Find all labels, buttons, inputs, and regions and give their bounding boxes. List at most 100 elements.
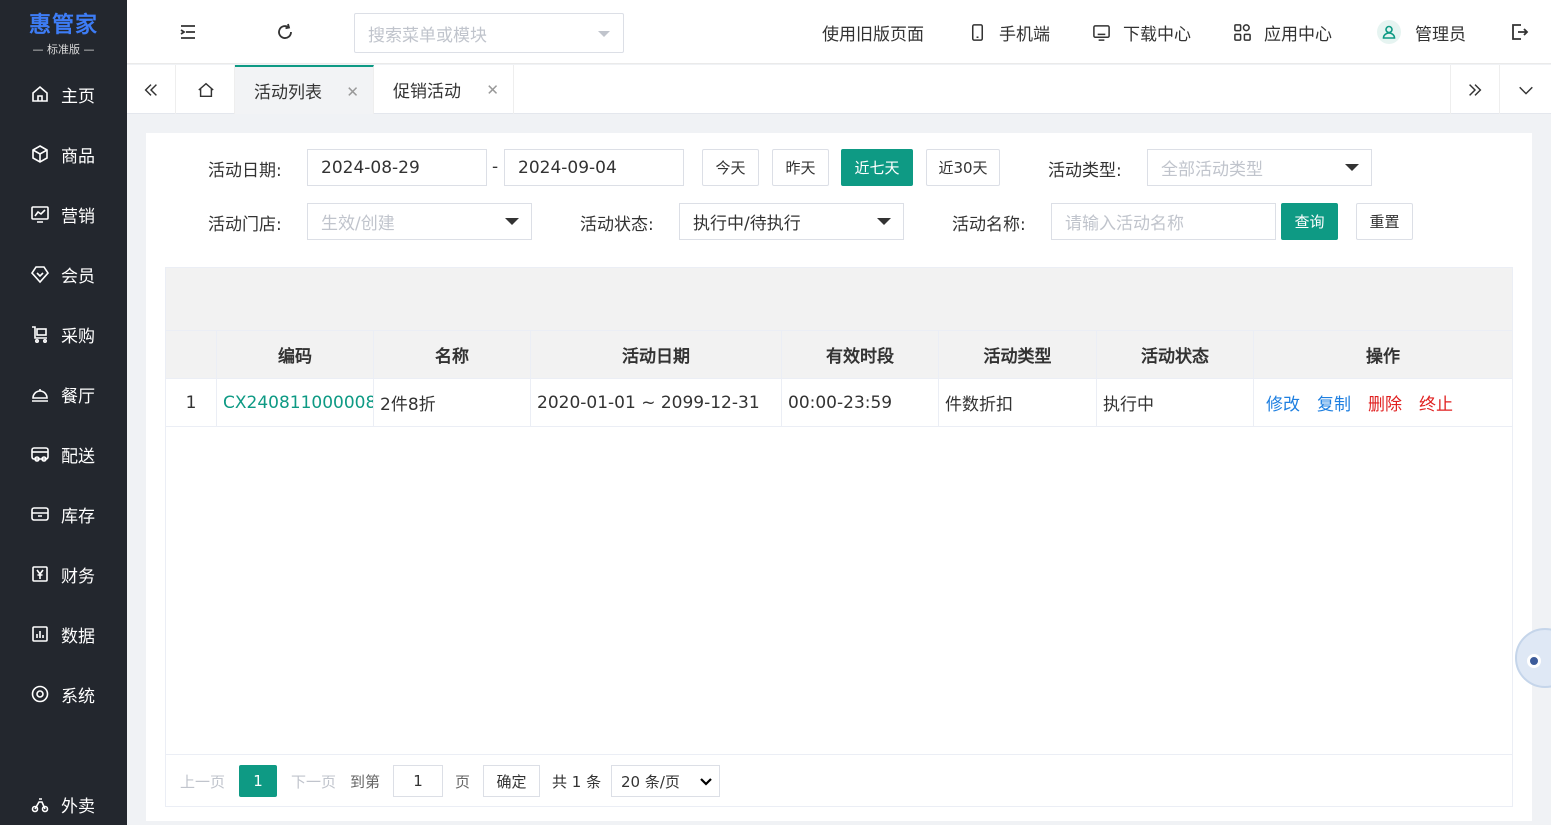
tabs-scroll-right-button[interactable] xyxy=(1450,65,1499,114)
today-button[interactable]: 今天 xyxy=(702,149,759,186)
menu-search-select[interactable]: 搜索菜单或模块 xyxy=(354,13,624,53)
table-header: 编码 名称 活动日期 有效时段 活动类型 活动状态 操作 xyxy=(166,331,1512,379)
diamond-icon xyxy=(30,266,50,284)
name-label: 活动名称: xyxy=(952,215,1026,235)
refresh-button[interactable] xyxy=(273,20,297,44)
sidebar-item-marketing[interactable]: 营销 xyxy=(0,194,127,234)
download-center-link[interactable]: 下载中心 xyxy=(1092,20,1191,45)
tab-label: 促销活动 xyxy=(393,82,461,102)
col-code: 编码 xyxy=(217,331,374,378)
mobile-label: 手机端 xyxy=(999,24,1050,45)
logout-button[interactable] xyxy=(1507,20,1531,44)
bar-chart-icon xyxy=(32,626,48,642)
sidebar-item-restaurant[interactable]: 餐厅 xyxy=(0,374,127,414)
page-1-button[interactable]: 1 xyxy=(239,765,277,797)
row-period: 00:00-23:59 xyxy=(782,379,939,426)
caret-down-icon xyxy=(877,218,891,225)
yuan-icon xyxy=(32,566,48,582)
store-select[interactable]: 生效/创建 xyxy=(307,203,532,240)
old-version-link[interactable]: 使用旧版页面 xyxy=(822,20,924,45)
tabs-dropdown-button[interactable] xyxy=(1499,65,1551,114)
row-code-cell: CX240811000008 xyxy=(217,379,374,426)
goto-confirm-button[interactable]: 确定 xyxy=(483,765,540,797)
sidebar-item-finance[interactable]: 财务 xyxy=(0,554,127,594)
sidebar-item-goods[interactable]: 商品 xyxy=(0,134,127,174)
sidebar-item-label: 主页 xyxy=(61,86,95,107)
search-button[interactable]: 查询 xyxy=(1281,203,1338,240)
box-icon xyxy=(31,507,49,521)
tab-promotions[interactable]: 促销活动 ✕ xyxy=(374,65,514,114)
activity-name-input[interactable]: 请输入活动名称 xyxy=(1051,203,1276,240)
sidebar-item-home[interactable]: 主页 xyxy=(0,74,127,114)
close-icon[interactable]: ✕ xyxy=(486,81,499,99)
settings-icon xyxy=(31,685,49,703)
sidebar-item-label: 库存 xyxy=(61,506,95,527)
activity-type-select[interactable]: 全部活动类型 xyxy=(1147,149,1372,186)
status-select[interactable]: 执行中/待执行 xyxy=(679,203,904,240)
store-label: 活动门店: xyxy=(208,215,282,235)
caret-down-icon xyxy=(598,31,610,37)
sidebar-item-label: 餐厅 xyxy=(61,386,95,407)
status-value: 执行中/待执行 xyxy=(693,214,801,234)
store-placeholder: 生效/创建 xyxy=(321,214,395,234)
date-label: 活动日期: xyxy=(208,161,282,181)
date-end-input[interactable]: 2024-09-04 xyxy=(504,149,684,186)
row-date: 2020-01-01 ~ 2099-12-31 xyxy=(531,379,782,426)
user-icon xyxy=(1382,25,1396,39)
prev-page-button[interactable]: 上一页 xyxy=(180,765,225,797)
delivery-icon xyxy=(31,447,49,462)
col-status: 活动状态 xyxy=(1097,331,1254,378)
scooter-icon xyxy=(31,798,49,813)
row-actions: 修改 复制 删除 终止 xyxy=(1254,379,1512,426)
sidebar-item-label: 系统 xyxy=(61,686,95,707)
next-page-button[interactable]: 下一页 xyxy=(291,765,336,797)
delete-link[interactable]: 删除 xyxy=(1368,390,1402,415)
row-name: 2件8折 xyxy=(374,379,531,426)
home-icon xyxy=(197,82,214,97)
date-separator: - xyxy=(492,157,499,177)
activity-code-link[interactable]: CX240811000008 xyxy=(223,393,373,413)
robot-eye-icon xyxy=(1527,654,1541,668)
sidebar-item-label: 营销 xyxy=(61,206,95,227)
copy-link[interactable]: 复制 xyxy=(1317,390,1351,415)
mobile-link[interactable]: 手机端 xyxy=(968,20,1050,45)
close-icon[interactable]: ✕ xyxy=(346,83,359,101)
sidebar-item-purchase[interactable]: 采购 xyxy=(0,314,127,354)
row-type: 件数折扣 xyxy=(939,379,1097,426)
user-menu[interactable]: 管理员 xyxy=(1377,20,1466,45)
sidebar-item-inventory[interactable]: 库存 xyxy=(0,494,127,534)
sidebar-item-label: 配送 xyxy=(61,446,95,467)
reset-button[interactable]: 重置 xyxy=(1356,203,1413,240)
sidebar-item-members[interactable]: 会员 xyxy=(0,254,127,294)
edit-link[interactable]: 修改 xyxy=(1266,390,1300,415)
refresh-icon xyxy=(278,23,292,39)
sidebar-item-takeaway[interactable]: 外卖 xyxy=(0,784,127,824)
tab-bar: 活动列表 ✕ 促销活动 ✕ xyxy=(127,65,1551,114)
sidebar-item-system[interactable]: 系统 xyxy=(0,674,127,714)
old-version-label: 使用旧版页面 xyxy=(822,24,924,45)
cart-icon xyxy=(32,326,48,344)
collapse-menu-button[interactable] xyxy=(176,20,200,44)
sidebar-item-delivery[interactable]: 配送 xyxy=(0,434,127,474)
sidebar-item-data[interactable]: 数据 xyxy=(0,614,127,654)
tab-activity-list[interactable]: 活动列表 ✕ xyxy=(235,65,374,114)
top-header: 搜索菜单或模块 使用旧版页面 手机端 下载中心 应用中心 管理员 xyxy=(127,0,1551,64)
brand-logo[interactable]: 惠管家 — 标准版 — xyxy=(0,0,127,64)
col-date: 活动日期 xyxy=(531,331,782,378)
date-start-input[interactable]: 2024-08-29 xyxy=(307,149,487,186)
table-toolbar xyxy=(166,268,1512,331)
col-period: 有效时段 xyxy=(782,331,939,378)
yesterday-button[interactable]: 昨天 xyxy=(772,149,829,186)
col-actions: 操作 xyxy=(1366,347,1400,367)
sidebar-item-label: 外卖 xyxy=(61,796,95,817)
last-30-days-button[interactable]: 近30天 xyxy=(926,149,1000,186)
terminate-link[interactable]: 终止 xyxy=(1419,390,1453,415)
goto-page-input[interactable]: 1 xyxy=(393,765,443,797)
page-size-select[interactable]: 20 条/页 xyxy=(611,765,720,797)
type-label: 活动类型: xyxy=(1048,161,1122,181)
tabs-scroll-left-button[interactable] xyxy=(127,65,176,114)
app-center-link[interactable]: 应用中心 xyxy=(1233,20,1332,45)
last-7-days-button[interactable]: 近七天 xyxy=(841,149,913,186)
tab-home[interactable] xyxy=(177,65,235,114)
sidebar-item-label: 商品 xyxy=(61,146,95,167)
